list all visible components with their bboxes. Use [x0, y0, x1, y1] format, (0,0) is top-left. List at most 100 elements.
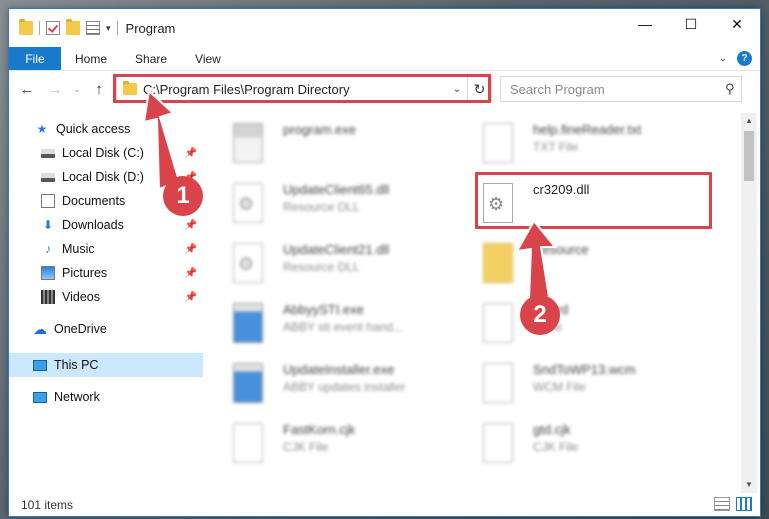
up-arrow-icon[interactable]: ↑ [85, 81, 113, 98]
sidebar-item-local-disk-c[interactable]: Local Disk (C:) 📌 [9, 141, 203, 165]
file-name: AbbyySTI.exe [283, 302, 364, 317]
file-type: Resource DLL [283, 260, 360, 274]
window-title: Program [125, 20, 176, 36]
list-item[interactable]: UpdateInstaller.exe ABBY updates install… [211, 357, 451, 413]
file-icon [483, 423, 513, 463]
pin-icon[interactable]: 📌 [185, 220, 197, 231]
file-name: program.exe [283, 122, 356, 137]
sidebar-item-label: Pictures [62, 266, 108, 280]
list-item[interactable]: FastKorn.cjk CJK File [211, 417, 451, 473]
new-folder-icon[interactable] [66, 19, 80, 35]
list-item[interactable]: gtd.cjk CJK File [461, 417, 701, 473]
file-highlight-box [475, 172, 712, 229]
properties-check-icon[interactable] [46, 21, 60, 35]
scroll-down-icon[interactable]: ▼ [741, 477, 757, 493]
file-icon [483, 363, 513, 403]
forward-arrow-icon[interactable]: → [41, 81, 69, 98]
sidebar-item-this-pc[interactable]: This PC [9, 353, 203, 377]
recent-locations-icon[interactable]: ⌄ [69, 84, 85, 95]
pin-icon[interactable]: 📌 [185, 268, 197, 279]
window-controls: — ☐ ✕ [622, 9, 760, 39]
maximize-button[interactable]: ☐ [668, 9, 714, 39]
list-item[interactable]: SndToWP13.wcm WCM File [461, 357, 701, 413]
sidebar-item-downloads[interactable]: ⬇ Downloads 📌 [9, 213, 203, 237]
list-item[interactable]: Resource [461, 237, 701, 293]
separator [116, 21, 118, 35]
tiles-view-icon[interactable] [736, 497, 752, 511]
text-file-icon [483, 123, 513, 163]
help-icon[interactable]: ? [737, 51, 752, 66]
sidebar-item-videos[interactable]: Videos 📌 [9, 285, 203, 309]
file-type: CJK File [283, 440, 329, 454]
back-arrow-icon[interactable]: ← [13, 81, 41, 98]
quick-access-toolbar: ▾ [9, 19, 118, 35]
list-item[interactable]: AbbyySTI.exe ABBY sti event hand... [211, 297, 451, 353]
file-name: UpdateInstaller.exe [283, 362, 395, 377]
pin-icon[interactable]: 📌 [185, 292, 197, 303]
file-explorer-window: ▾ Program — ☐ ✕ File Home Share View ⌄ ?… [8, 8, 761, 517]
file-name: help.fineReader.txt [533, 122, 642, 137]
videos-icon [41, 290, 55, 304]
details-view-icon[interactable] [714, 497, 730, 511]
chevron-down-icon[interactable]: ▾ [106, 23, 111, 34]
sidebar-item-label: Videos [62, 290, 100, 304]
exe-file-icon [233, 123, 263, 163]
navigation-pane: ★ Quick access Local Disk (C:) 📌 Local D… [9, 113, 203, 493]
exe-file-icon [233, 303, 263, 343]
file-icon [233, 423, 263, 463]
step-2-badge: 2 [520, 295, 560, 335]
list-item[interactable]: program.exe [211, 117, 451, 173]
folder-icon[interactable] [19, 19, 33, 35]
cloud-icon: ☁ [33, 321, 47, 337]
file-name: UpdateClient65.dll [283, 182, 390, 197]
music-icon: ♪ [45, 242, 51, 256]
tab-home[interactable]: Home [61, 47, 121, 70]
file-name: gtd.cjk [533, 422, 571, 437]
customize-icon[interactable] [86, 21, 100, 35]
search-placeholder[interactable]: Search Program [510, 82, 719, 97]
sidebar-item-label: Local Disk (D:) [62, 170, 144, 184]
network-icon [33, 391, 47, 403]
expand-ribbon-icon[interactable]: ⌄ [719, 53, 727, 64]
file-type: WCM File [533, 380, 586, 394]
file-type: ABBY updates installer [283, 380, 406, 394]
close-button[interactable]: ✕ [714, 9, 760, 39]
status-bar: 101 items [9, 493, 760, 516]
tab-file[interactable]: File [9, 47, 61, 70]
pin-icon[interactable]: 📌 [185, 244, 197, 255]
file-name: Resource [533, 242, 589, 257]
search-icon[interactable]: ⚲ [719, 81, 741, 97]
file-name: FastKorn.cjk [283, 422, 356, 437]
minimize-button[interactable]: — [622, 9, 668, 39]
star-icon: ★ [36, 122, 48, 136]
list-item[interactable]: help.fineReader.txt TXT File [461, 117, 701, 173]
pc-icon [33, 359, 47, 371]
list-item[interactable]: UpdateClient65.dll Resource DLL [211, 177, 451, 233]
list-item[interactable]: UpdateClient21.dll Resource DLL [211, 237, 451, 293]
tab-view[interactable]: View [181, 47, 235, 70]
pin-icon[interactable]: 📌 [185, 148, 197, 159]
sidebar-item-label: Network [54, 390, 100, 404]
step-1-badge: 1 [163, 176, 203, 216]
sidebar-item-pictures[interactable]: Pictures 📌 [9, 261, 203, 285]
search-input[interactable]: Search Program ⚲ [500, 76, 742, 102]
list-item[interactable]: ....wrd ...File [461, 297, 701, 353]
documents-icon [41, 194, 55, 208]
disk-icon [41, 148, 55, 158]
sidebar-item-music[interactable]: ♪ Music 📌 [9, 237, 203, 261]
file-type: ABBY sti event hand... [283, 320, 403, 334]
sidebar-item-network[interactable]: Network [9, 385, 203, 409]
sidebar-item-label: Downloads [62, 218, 124, 232]
sidebar-item-label: Documents [62, 194, 126, 208]
scroll-up-icon[interactable]: ▲ [741, 113, 757, 129]
pictures-icon [41, 266, 55, 280]
vertical-scrollbar[interactable]: ▲ ▼ [741, 113, 757, 493]
sidebar-item-quick-access[interactable]: ★ Quick access [9, 117, 203, 141]
ribbon-right: ⌄ ? [719, 47, 760, 70]
sidebar-item-onedrive[interactable]: ☁ OneDrive [9, 317, 203, 341]
disk-icon [41, 172, 55, 182]
tab-share[interactable]: Share [121, 47, 181, 70]
separator [39, 21, 40, 35]
dll-file-icon [233, 243, 263, 283]
scroll-thumb[interactable] [744, 131, 754, 181]
